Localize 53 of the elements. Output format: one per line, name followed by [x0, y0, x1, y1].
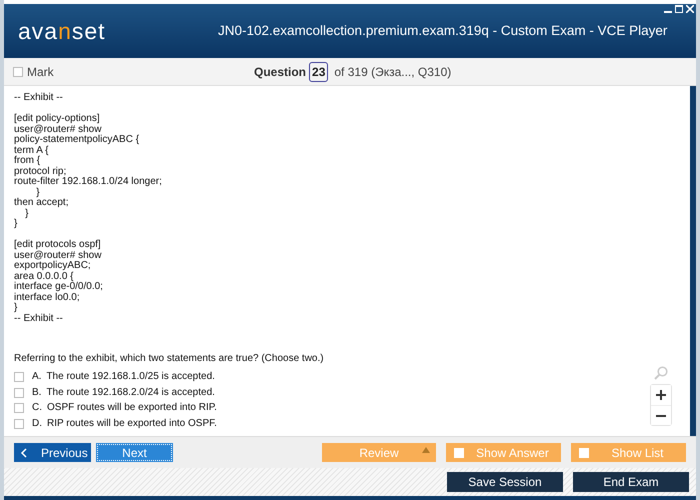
answer-checkbox[interactable] — [14, 403, 24, 414]
option-letter: B. — [32, 388, 42, 398]
code-line: -- Exhibit -- — [14, 93, 64, 104]
zoom-out-button[interactable] — [651, 405, 671, 425]
code-line: } — [24, 208, 30, 219]
code-line: protocol rip; — [14, 166, 68, 176]
code-line: } — [35, 188, 41, 198]
code-line: exportpolicyABC; — [14, 261, 92, 272]
question-text: Referring to the exhibit, which two statements are true? (Choose two.) — [14, 354, 325, 364]
logo: avanset — [17, 20, 107, 42]
next-button[interactable]: Next — [96, 443, 173, 462]
option-letter: D. — [32, 418, 42, 429]
question-count: of 319 (Экза..., Q310) — [334, 64, 452, 80]
code-line: policy-statementpolicyABC { — [14, 135, 140, 146]
code-line: [edit policy-options] — [14, 114, 101, 124]
code-line: } — [14, 303, 18, 314]
code-line: } — [14, 219, 18, 230]
mark-checkbox[interactable] — [13, 66, 23, 76]
question-number-field[interactable]: 23 — [309, 62, 328, 82]
chevron-left-icon — [20, 448, 27, 458]
minus-icon — [656, 414, 666, 418]
code-line: user@router# show — [14, 124, 102, 134]
code-line: term A { — [14, 146, 50, 156]
code-line: route-filter 192.168.1.0/24 longer; — [14, 177, 163, 188]
option-text: RIP routes will be exported into OSPF. — [47, 418, 217, 429]
footer-button[interactable]: Save Session — [447, 472, 563, 492]
code-line: then accept; — [14, 198, 70, 208]
plus-icon — [656, 390, 666, 400]
code-line: interface lo0.0; — [14, 292, 81, 302]
code-line: user@router# show — [14, 250, 102, 260]
footer-button[interactable]: End Exam — [573, 472, 689, 492]
search-icon[interactable] — [654, 366, 668, 380]
option-letter: C. — [32, 403, 42, 414]
code-line: from { — [14, 156, 42, 166]
code-line: interface ge-0/0/0.0; — [14, 282, 104, 292]
question-label: Question — [254, 64, 306, 80]
option-letter: A. — [32, 372, 42, 382]
answer-checkbox[interactable] — [14, 372, 24, 382]
answer-checkbox[interactable] — [14, 418, 24, 429]
option-text: OSPF routes will be exported into RIP. — [47, 403, 217, 414]
option-text: The route 192.168.2.0/24 is accepted. — [46, 388, 215, 398]
code-line: -- Exhibit -- — [14, 314, 64, 324]
maximize-icon[interactable] — [675, 5, 683, 13]
close-icon[interactable] — [686, 5, 694, 13]
code-line: area 0.0.0.0 { — [14, 272, 74, 282]
scrollbar[interactable] — [690, 86, 696, 436]
option-text: The route 192.168.1.0/25 is accepted. — [46, 372, 215, 382]
previous-button[interactable]: Previous — [14, 443, 91, 462]
caret-up-icon — [422, 447, 430, 453]
answer-checkbox[interactable] — [14, 388, 24, 398]
mark-label[interactable]: Mark — [27, 62, 54, 80]
code-line: [edit protocols ospf] — [14, 240, 102, 250]
window-title: JN0-102.examcollection.premium.exam.319q - Custom Exam - VCE Player — [217, 22, 668, 40]
